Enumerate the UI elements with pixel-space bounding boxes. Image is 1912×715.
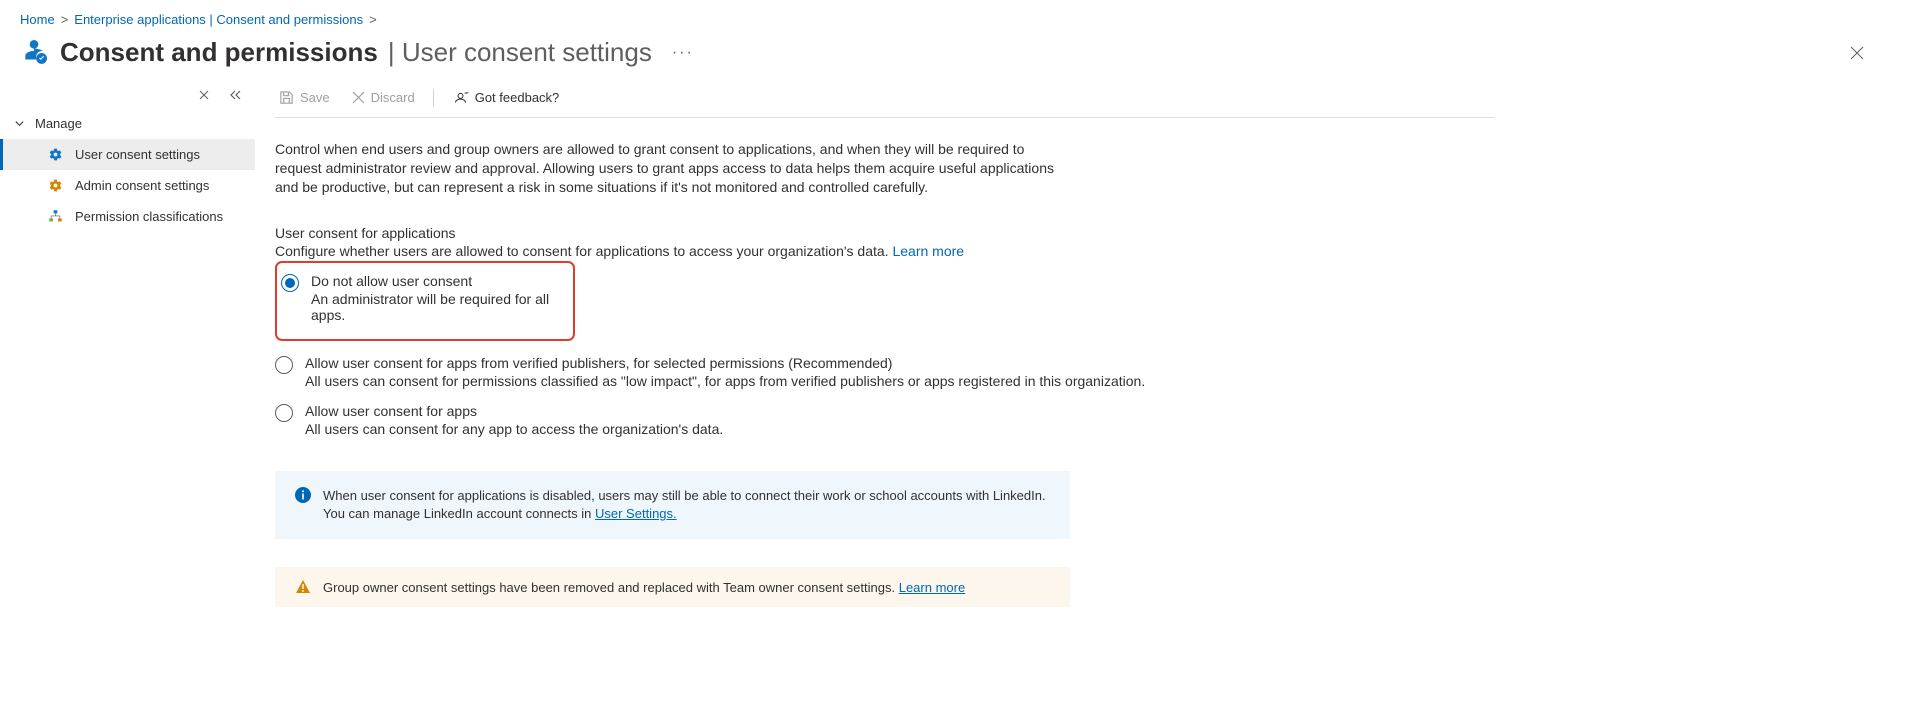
- sidebar-collapse-button[interactable]: [229, 90, 241, 100]
- radio-description: An administrator will be required for al…: [311, 291, 565, 323]
- gear-icon: [47, 178, 63, 193]
- gear-icon: [47, 147, 63, 162]
- section-heading: User consent for applications: [275, 225, 1495, 241]
- radio-option-2[interactable]: Allow user consent for apps from verifie…: [275, 351, 1495, 393]
- info-callout: When user consent for applications is di…: [275, 471, 1070, 539]
- breadcrumb: Home > Enterprise applications | Consent…: [0, 0, 1912, 33]
- sidebar: Manage User consent settings Admin conse…: [0, 78, 255, 232]
- close-button[interactable]: [1842, 42, 1872, 64]
- toolbar-divider: [433, 89, 434, 107]
- radio-option-1[interactable]: Do not allow user consent An administrat…: [277, 269, 565, 327]
- breadcrumb-sep: >: [61, 12, 69, 27]
- learn-more-link[interactable]: Learn more: [892, 243, 964, 259]
- save-label: Save: [300, 90, 330, 105]
- hierarchy-icon: [47, 209, 63, 224]
- info-callout-text: When user consent for applications is di…: [323, 488, 1046, 521]
- save-icon: [279, 90, 294, 105]
- highlighted-option: Do not allow user consent An administrat…: [275, 261, 575, 341]
- discard-button[interactable]: Discard: [348, 88, 419, 107]
- consent-icon: [20, 39, 48, 67]
- feedback-icon: [452, 90, 469, 105]
- sidebar-item-label: Permission classifications: [75, 209, 223, 224]
- sidebar-section-manage[interactable]: Manage: [0, 108, 255, 139]
- sidebar-item-label: User consent settings: [75, 147, 200, 162]
- radio-button[interactable]: [275, 356, 293, 374]
- breadcrumb-item-1[interactable]: Enterprise applications | Consent and pe…: [74, 12, 363, 27]
- breadcrumb-home[interactable]: Home: [20, 12, 55, 27]
- chevron-down-icon: [14, 118, 25, 129]
- radio-option-3[interactable]: Allow user consent for apps All users ca…: [275, 399, 1495, 441]
- sidebar-pin-button[interactable]: [199, 90, 209, 100]
- feedback-button[interactable]: Got feedback?: [448, 88, 564, 107]
- radio-button[interactable]: [281, 274, 299, 292]
- warning-callout-text: Group owner consent settings have been r…: [323, 580, 899, 595]
- radio-description: All users can consent for permissions cl…: [305, 373, 1145, 389]
- more-actions-button[interactable]: ···: [672, 44, 694, 62]
- discard-label: Discard: [371, 90, 415, 105]
- page-header: Consent and permissions | User consent s…: [0, 33, 1912, 78]
- warning-icon: [295, 579, 311, 595]
- breadcrumb-sep: >: [369, 12, 377, 27]
- radio-description: All users can consent for any app to acc…: [305, 421, 723, 437]
- feedback-label: Got feedback?: [475, 90, 560, 105]
- sidebar-section-label: Manage: [35, 116, 82, 131]
- sidebar-item-permission-classifications[interactable]: Permission classifications: [0, 201, 255, 232]
- toolbar: Save Discard Got feedback?: [275, 84, 1495, 118]
- radio-label: Allow user consent for apps from verifie…: [305, 355, 1145, 371]
- discard-icon: [352, 91, 365, 104]
- sidebar-item-label: Admin consent settings: [75, 178, 209, 193]
- learn-more-link[interactable]: Learn more: [899, 580, 965, 595]
- user-settings-link[interactable]: User Settings.: [595, 506, 677, 521]
- page-title: Consent and permissions: [60, 37, 378, 68]
- sidebar-item-admin-consent-settings[interactable]: Admin consent settings: [0, 170, 255, 201]
- intro-text: Control when end users and group owners …: [275, 118, 1075, 203]
- section-subtext: Configure whether users are allowed to c…: [275, 243, 1495, 259]
- info-icon: [295, 487, 311, 523]
- radio-label: Do not allow user consent: [311, 273, 565, 289]
- radio-button[interactable]: [275, 404, 293, 422]
- save-button[interactable]: Save: [275, 88, 334, 107]
- radio-label: Allow user consent for apps: [305, 403, 723, 419]
- sidebar-item-user-consent-settings[interactable]: User consent settings: [0, 139, 255, 170]
- warning-callout: Group owner consent settings have been r…: [275, 567, 1070, 607]
- page-subtitle: | User consent settings: [388, 37, 652, 68]
- main-content: Save Discard Got feedback? Control when …: [255, 78, 1535, 647]
